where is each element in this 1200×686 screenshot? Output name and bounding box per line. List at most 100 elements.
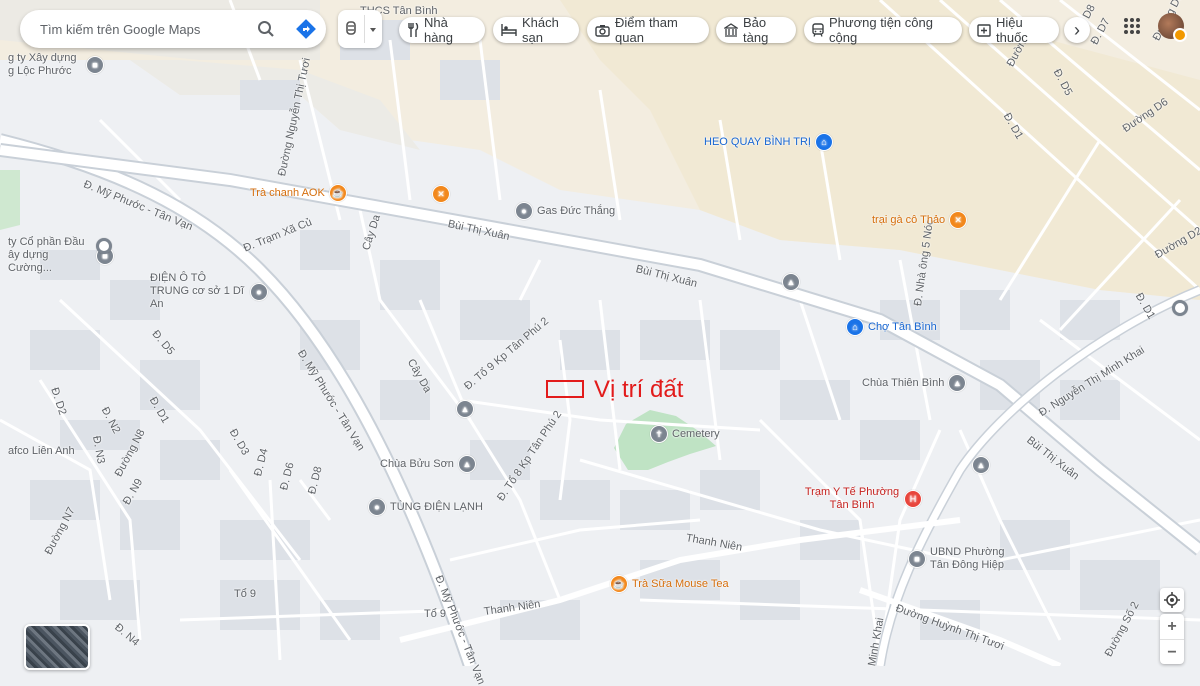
pharmacy-icon: [977, 24, 991, 37]
zoom-in-button[interactable]: +: [1160, 614, 1184, 640]
temple-icon: ▲: [457, 455, 476, 473]
poi-school-marker[interactable]: ▲: [782, 273, 800, 291]
chip-attractions[interactable]: Điểm tham quan: [587, 15, 709, 45]
hotel-icon: [501, 24, 517, 36]
poi-label: Trà Sữa Mouse Tea: [632, 578, 729, 590]
place-dot-icon: [96, 238, 112, 254]
school-icon: ▲: [782, 273, 800, 291]
chip-label: Nhà hàng: [424, 15, 453, 45]
poi-label: TÙNG ĐIỆN LẠNH: [390, 501, 483, 513]
poi-dien-o-to-trung[interactable]: ĐIỆN Ô TÔ TRUNG cơ sở 1 Dĩ An ●: [150, 272, 268, 311]
government-icon: ■: [908, 550, 926, 568]
store-icon: ●: [515, 202, 533, 220]
road-label-to9: Tổ 9: [234, 588, 257, 600]
zoom-control[interactable]: + −: [1160, 614, 1184, 664]
layer-toggle-button[interactable]: [338, 10, 382, 48]
my-location-icon: [1164, 592, 1180, 608]
cafe-icon: ☕: [328, 184, 347, 202]
school-icon: ▲: [456, 400, 474, 418]
search-input[interactable]: Tìm kiếm trên Google Maps: [20, 22, 246, 37]
restaurant-icon: [408, 23, 419, 37]
my-location-button[interactable]: [1160, 588, 1184, 612]
search-button[interactable]: [246, 10, 286, 48]
poi-cong-ty-xay-dung[interactable]: g ty Xây dựng g Lộc Phước ■: [8, 52, 104, 78]
restaurant-icon: ✕: [949, 211, 968, 229]
chevron-down-icon: [370, 28, 376, 32]
chips-next-button[interactable]: ›: [1064, 17, 1090, 43]
map-canvas[interactable]: [0, 0, 1200, 666]
place-dot-icon: [1172, 300, 1188, 316]
poi-ubnd-tan-dong-hiep[interactable]: ■ UBND Phường Tân Đông Hiệp: [908, 546, 1012, 572]
poi-restaurant[interactable]: ✕: [432, 185, 450, 203]
poi-label: g ty Xây dựng g Lộc Phước: [8, 52, 77, 77]
poi-label: HEO QUAY BÌNH TRỊ: [704, 136, 811, 148]
poi-tra-sua-mouse-tea[interactable]: ☕ Trà Sữa Mouse Tea: [610, 575, 729, 593]
poi-label: Trà chanh AOK: [250, 187, 325, 199]
poi-label: Chùa Bửu Sơn: [380, 458, 454, 470]
poi-label: Gas Đức Thắng: [537, 205, 616, 217]
museum-icon: [724, 23, 738, 37]
apps-grid-icon[interactable]: [1122, 16, 1142, 36]
poi-label: afco Liên Anh: [8, 445, 75, 457]
cafe-icon: ☕: [610, 575, 628, 593]
hospital-icon: H: [904, 490, 922, 508]
market-icon: ⌂: [846, 318, 864, 336]
temple-icon: ▲: [948, 374, 967, 392]
poi-label: ty Cổ phần Đầu ây dựng Cường...: [8, 236, 85, 274]
poi-trai-ga-co-thao[interactable]: trại gà cô Thảo ✕: [872, 211, 968, 229]
land-location-label: Vị trí đất: [594, 376, 684, 403]
account-avatar[interactable]: [1158, 13, 1187, 42]
search-icon: [258, 21, 274, 37]
poi-chua-buu-son[interactable]: Chùa Bửu Sơn ▲: [380, 455, 476, 473]
chip-hotels[interactable]: Khách sạn: [493, 15, 579, 45]
poi-marker[interactable]: [96, 238, 112, 254]
zoom-out-button[interactable]: −: [1160, 640, 1184, 665]
transit-icon: [812, 23, 824, 37]
poi-school-marker[interactable]: ▲: [456, 400, 474, 418]
road-label-to9: Tổ 9: [424, 608, 447, 620]
chip-label: Hiệu thuốc: [996, 15, 1028, 45]
poi-marker[interactable]: [1172, 300, 1188, 316]
chip-label: Khách sạn: [522, 15, 559, 45]
chip-label: Bảo tàng: [743, 15, 769, 45]
poi-tram-y-te[interactable]: Trạm Y Tế Phường Tân Bình H: [804, 486, 922, 512]
poi-label: trại gà cô Thảo: [872, 214, 946, 226]
restaurant-icon: ✕: [432, 185, 450, 203]
poi-label: UBND Phường Tân Đông Hiệp: [930, 546, 1005, 571]
poi-tung-dien-lanh[interactable]: ● TÙNG ĐIỆN LẠNH: [368, 498, 483, 516]
shop-icon: ⌂: [814, 133, 833, 151]
directions-button[interactable]: [286, 10, 326, 48]
chip-pharmacies[interactable]: Hiệu thuốc: [969, 15, 1059, 45]
poi-label: Cemetery: [672, 428, 720, 440]
poi-label: Trạm Y Tế Phường Tân Bình: [804, 486, 900, 511]
chevron-right-icon: ›: [1074, 20, 1080, 40]
poi-label: Chùa Thiên Bình: [862, 377, 945, 389]
camera-icon: [595, 24, 610, 37]
directions-icon: [296, 19, 316, 39]
land-location-marker: [546, 380, 584, 398]
poi-school-marker[interactable]: ▲: [972, 456, 990, 474]
layers-icon: [346, 21, 356, 35]
store-icon: ●: [368, 498, 386, 516]
store-icon: ●: [250, 282, 268, 301]
poi-heo-quay-binh-tri[interactable]: HEO QUAY BÌNH TRỊ ⌂: [704, 133, 833, 151]
chip-label: Điểm tham quan: [615, 15, 678, 45]
chip-transit[interactable]: Phương tiện công cộng: [804, 15, 962, 45]
poi-cemetery[interactable]: ✝ Cemetery: [650, 425, 720, 443]
business-icon: ■: [86, 56, 104, 74]
park-area-left: [0, 170, 20, 230]
search-box[interactable]: Tìm kiếm trên Google Maps: [20, 10, 326, 48]
chip-museums[interactable]: Bảo tàng: [716, 15, 796, 45]
chip-restaurants[interactable]: Nhà hàng: [399, 15, 485, 45]
poi-tra-chanh-aok[interactable]: Trà chanh AOK ☕: [250, 184, 347, 202]
cemetery-icon: ✝: [650, 425, 668, 443]
chip-label: Phương tiện công cộng: [829, 15, 933, 45]
poi-label: Chợ Tân Bình: [868, 321, 937, 333]
poi-gas-duc-thang[interactable]: ● Gas Đức Thắng: [515, 202, 615, 220]
poi-chua-thien-binh[interactable]: Chùa Thiên Bình ▲: [862, 374, 967, 392]
poi-cho-tan-binh[interactable]: ⌂ Chợ Tân Bình: [846, 318, 937, 336]
poi-afco-lien-anh[interactable]: afco Liên Anh: [8, 445, 75, 457]
satellite-layer-thumbnail[interactable]: [24, 624, 90, 670]
school-icon: ▲: [972, 456, 990, 474]
poi-label: ĐIỆN Ô TÔ TRUNG cơ sở 1 Dĩ An: [150, 272, 244, 310]
